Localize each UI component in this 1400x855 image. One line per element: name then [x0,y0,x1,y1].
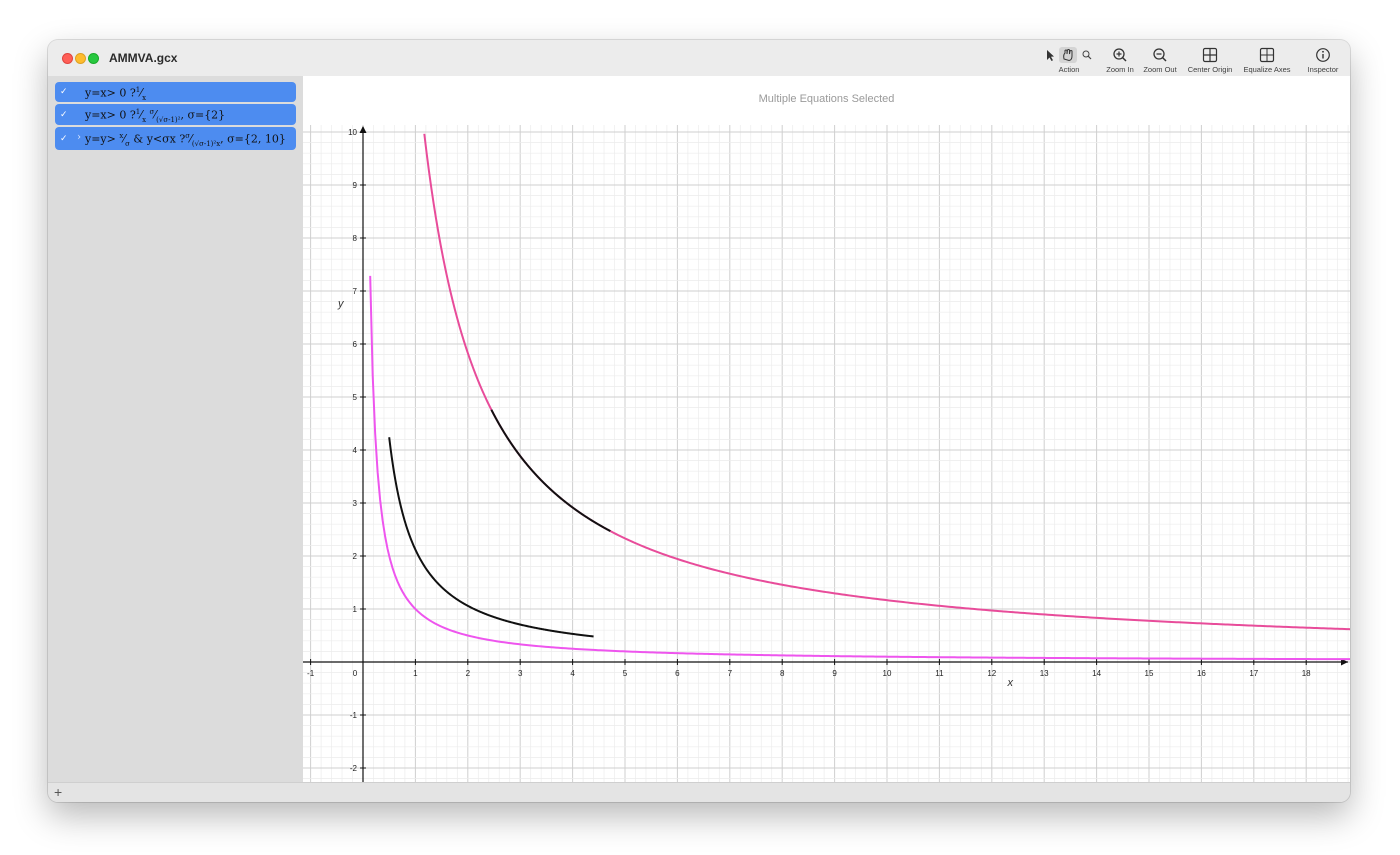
x-tick-label: 5 [623,669,628,678]
zoom-out-button[interactable]: Zoom Out [1139,46,1181,74]
y-tick-label: 4 [353,446,358,455]
x-tick-label: 4 [570,669,575,678]
x-tick-label: 0 [353,669,358,678]
equation-text: y=x> 0 ?1⁄x σ⁄(√σ-1)², σ={2} [85,108,226,124]
x-tick-label: 16 [1197,669,1206,678]
x-tick-label: 14 [1092,669,1101,678]
zoom-in-label: Zoom In [1106,65,1134,74]
curve-series-4 [490,409,611,532]
center-origin-button[interactable]: Center Origin [1183,46,1237,74]
equalize-axes-label: Equalize Axes [1243,65,1291,74]
y-tick-label: 6 [353,340,358,349]
app-window: AMMVA.gcx Action Zoom In Zoom Out Center… [48,40,1350,802]
equation-row-1[interactable]: ✓ y=x> 0 ?1⁄x [55,82,296,102]
zoom-in-button[interactable]: Zoom In [1099,46,1141,74]
x-tick-label: 3 [518,669,523,678]
equation-text: y=y> x⁄σ & y<σx ?σ⁄(√σ-1)²x, σ={2, 10} [85,132,286,148]
y-tick-label: 10 [348,128,357,137]
y-tick-label: 9 [353,181,358,190]
x-tick-label: 17 [1249,669,1258,678]
checkbox-checked-icon[interactable]: ✓ [60,133,68,144]
checkbox-checked-icon[interactable]: ✓ [60,86,68,97]
equation-list-sidebar: ✓ y=x> 0 ?1⁄x ✓ y=x> 0 ?1⁄x σ⁄(√σ-1)², σ… [48,76,303,782]
center-origin-icon [1202,47,1218,63]
zoom-out-label: Zoom Out [1143,65,1177,74]
action-tool-group[interactable]: Action [1041,46,1097,74]
equation-text: y=x> 0 ?1⁄x [85,86,147,102]
x-tick-label: 13 [1040,669,1049,678]
y-tick-label: -2 [350,764,358,773]
x-tick-label: 9 [832,669,837,678]
equation-row-3[interactable]: ✓ › y=y> x⁄σ & y<σx ?σ⁄(√σ-1)²x, σ={2, 1… [55,127,296,150]
checkbox-checked-icon[interactable]: ✓ [60,109,68,120]
info-icon [1316,48,1330,62]
x-tick-label: 15 [1145,669,1154,678]
x-tick-label: 18 [1302,669,1311,678]
y-tick-label: 1 [353,605,358,614]
pointer-icon[interactable] [1041,47,1097,63]
action-label: Action [1058,65,1080,74]
zoom-window-button[interactable] [88,53,99,64]
close-window-button[interactable] [62,53,73,64]
x-tick-label: 10 [883,669,892,678]
document-title: AMMVA.gcx [109,51,178,65]
y-tick-label: 8 [353,234,358,243]
add-equation-button[interactable]: + [54,784,62,800]
x-tick-label: 12 [987,669,996,678]
x-tick-label: 6 [675,669,680,678]
title-bar: AMMVA.gcx Action Zoom In Zoom Out Center… [48,40,1350,77]
graph-canvas[interactable]: -1 0 1 2 3 4 5 6 7 8 9 10 11 12 13 14 15 16 17 18-2-1123456… [303,76,1350,782]
y-tick-label: 2 [353,552,358,561]
x-tick-label: 11 [935,669,944,678]
x-tick-label: 8 [780,669,785,678]
zoom-in-icon [1113,48,1127,62]
x-axis-label: x [1007,677,1014,689]
minimize-window-button[interactable] [75,53,86,64]
center-origin-label: Center Origin [1187,65,1233,74]
y-axis-label: y [337,298,345,310]
equalize-axes-button[interactable]: Equalize Axes [1240,46,1294,74]
x-tick-label: -1 [307,669,315,678]
inspector-label: Inspector [1307,65,1339,74]
y-tick-label: 3 [353,499,358,508]
inspector-button[interactable]: Inspector [1302,46,1344,74]
zoom-out-icon [1153,48,1167,62]
graph-area[interactable]: Multiple Equations Selected -1 0 1 2 3 4 5 6 7 8 9… [303,76,1350,782]
x-tick-label: 2 [466,669,471,678]
disclosure-chevron-icon[interactable]: › [77,132,81,143]
curve-series-3 [388,437,594,638]
x-tick-label: 7 [728,669,733,678]
equalize-axes-icon [1259,47,1275,63]
x-tick-label: 1 [413,669,418,678]
bottom-bar: + [48,782,1350,802]
y-tick-label: 5 [353,393,358,402]
equation-row-2[interactable]: ✓ y=x> 0 ?1⁄x σ⁄(√σ-1)², σ={2} [55,104,296,125]
y-tick-label: -1 [350,711,358,720]
y-tick-label: 7 [353,287,358,296]
